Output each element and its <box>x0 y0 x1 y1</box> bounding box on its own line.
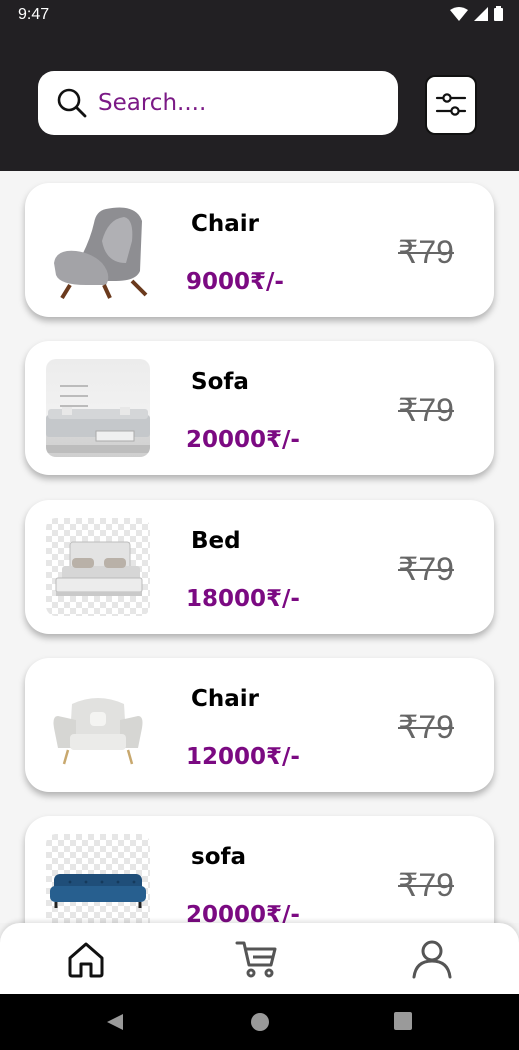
product-image <box>46 676 150 774</box>
product-original-price: ₹79 <box>398 867 454 903</box>
home-icon <box>68 942 104 978</box>
product-card[interactable]: Sofa 20000₹/- ₹79 <box>25 341 494 475</box>
search-icon <box>57 88 87 118</box>
product-original-price: ₹79 <box>398 234 454 270</box>
search-bar[interactable] <box>38 71 398 135</box>
product-name: Sofa <box>191 369 249 395</box>
product-price: 20000₹/- <box>186 902 300 923</box>
product-original-price: ₹79 <box>398 551 454 587</box>
product-image <box>46 834 150 923</box>
search-input[interactable] <box>98 90 378 116</box>
product-name: Chair <box>191 686 260 712</box>
cart-icon <box>235 941 277 978</box>
product-name: sofa <box>191 844 247 870</box>
system-navigation-bar <box>0 994 519 1050</box>
status-time: 9:47 <box>18 6 50 23</box>
header <box>0 32 519 171</box>
product-card[interactable]: Chair 9000₹/- ₹79 <box>25 183 494 317</box>
status-bar: 9:47 <box>0 0 519 32</box>
product-original-price: ₹79 <box>398 392 454 428</box>
product-card[interactable]: Bed 18000₹/- ₹79 <box>25 500 494 634</box>
status-icons <box>450 6 503 21</box>
nav-cart-button[interactable] <box>235 937 279 981</box>
product-list[interactable]: Chair 9000₹/- ₹79 Sofa 20000₹/- ₹79 Bed … <box>0 171 519 923</box>
product-card[interactable]: sofa 20000₹/- ₹79 <box>25 816 494 923</box>
battery-icon <box>494 6 503 21</box>
product-card[interactable]: Chair 12000₹/- ₹79 <box>25 658 494 792</box>
product-image <box>46 201 150 299</box>
product-price: 20000₹/- <box>186 427 300 453</box>
profile-icon <box>412 940 452 979</box>
nav-home-button[interactable] <box>64 937 108 981</box>
product-price: 12000₹/- <box>186 744 300 770</box>
nav-profile-button[interactable] <box>410 937 454 981</box>
product-name: Bed <box>191 528 241 554</box>
bottom-navigation <box>0 923 519 994</box>
product-original-price: ₹79 <box>398 709 454 745</box>
filter-sliders-icon <box>435 93 467 116</box>
signal-icon <box>474 6 488 21</box>
wifi-icon <box>450 6 468 21</box>
back-icon[interactable] <box>105 1012 125 1032</box>
recents-icon[interactable] <box>394 1012 412 1030</box>
filter-button[interactable] <box>425 75 477 135</box>
product-price: 18000₹/- <box>186 586 300 612</box>
product-name: Chair <box>191 211 260 237</box>
product-image <box>46 518 150 616</box>
product-image <box>46 359 150 457</box>
product-price: 9000₹/- <box>186 269 284 295</box>
home-circle-icon[interactable] <box>250 1012 270 1032</box>
